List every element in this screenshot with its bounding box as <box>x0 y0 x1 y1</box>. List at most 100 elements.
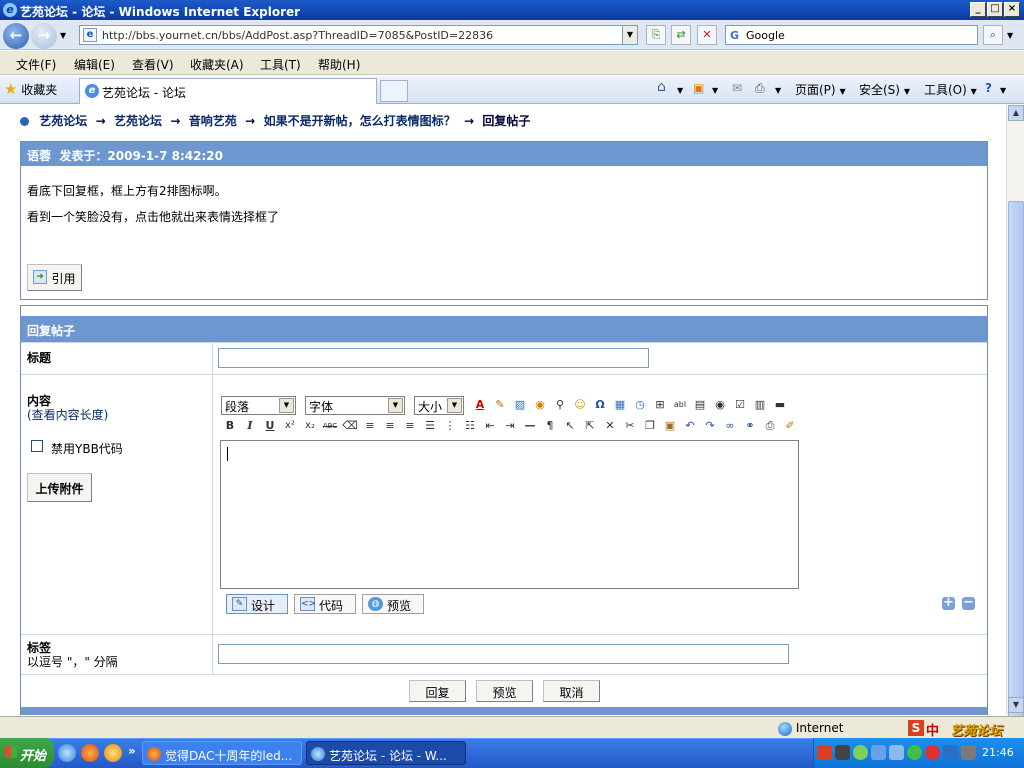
stop-button[interactable]: ✕ <box>697 25 717 45</box>
new-tab-button[interactable] <box>380 80 408 102</box>
absolute-position-icon[interactable]: ↖ <box>562 418 578 434</box>
select-all-icon[interactable]: ⇱ <box>582 418 598 434</box>
network-tray-icon[interactable] <box>871 745 886 760</box>
copy-icon[interactable]: ❐ <box>642 418 658 434</box>
insert-media-icon[interactable]: ◉ <box>532 397 548 413</box>
subscript-icon[interactable]: x₂ <box>302 418 318 434</box>
radio-icon[interactable]: ◉ <box>712 397 728 413</box>
insert-table-icon[interactable]: ⊞ <box>652 397 668 413</box>
close-button[interactable]: × <box>1004 2 1020 17</box>
print-dropdown-icon[interactable]: ▼ <box>775 86 781 95</box>
align-center-icon[interactable]: ≡ <box>382 418 398 434</box>
link-icon[interactable]: ∞ <box>722 418 738 434</box>
font-select[interactable]: 字体 ▼ <box>305 396 405 415</box>
firefox-quicklaunch-icon[interactable] <box>81 744 99 762</box>
numbered-list-icon[interactable]: ⋮ <box>442 418 458 434</box>
content-editor[interactable] <box>220 440 799 589</box>
home-icon[interactable]: ⌂ <box>657 79 666 95</box>
menu-file[interactable]: 文件(F) <box>16 56 56 73</box>
read-mail-icon[interactable]: ✉ <box>732 81 742 95</box>
find-icon[interactable]: ⚲ <box>552 397 568 413</box>
superscript-icon[interactable]: x² <box>282 418 298 434</box>
tags-input[interactable] <box>218 644 789 664</box>
volume-tray-icon[interactable] <box>943 745 958 760</box>
indent-icon[interactable]: ⇥ <box>502 418 518 434</box>
history-dropdown-icon[interactable]: ▼ <box>60 31 66 40</box>
cut-icon[interactable]: ✂ <box>622 418 638 434</box>
shrink-editor-icon[interactable]: − <box>962 596 975 610</box>
search-input[interactable]: G Google <box>725 25 978 45</box>
breadcrumb-item[interactable]: 艺苑论坛 <box>39 114 87 128</box>
unlink-icon[interactable]: ⚭ <box>742 418 758 434</box>
print-icon[interactable]: ⎙ <box>755 81 765 96</box>
tray-app-icon[interactable] <box>853 745 868 760</box>
strikethrough-icon[interactable]: ABC <box>322 418 338 434</box>
disable-ybb-checkbox[interactable] <box>31 440 43 452</box>
safety-menu[interactable]: 安全(S) ▼ <box>859 81 910 98</box>
home-dropdown-icon[interactable]: ▼ <box>677 86 683 95</box>
search-button[interactable]: ⌕ <box>983 25 1003 45</box>
start-button[interactable]: 开始 <box>0 738 54 768</box>
textarea-icon[interactable]: ▤ <box>692 397 708 413</box>
design-mode-button[interactable]: ✎ 设计 <box>226 594 288 614</box>
special-char-icon[interactable]: Ω <box>592 397 608 413</box>
text-field-icon[interactable]: abl <box>672 397 688 413</box>
post-author[interactable]: 语蓉 <box>27 149 51 163</box>
align-left-icon[interactable]: ≡ <box>362 418 378 434</box>
title-input[interactable] <box>218 348 649 368</box>
menu-view[interactable]: 查看(V) <box>132 56 174 73</box>
breadcrumb-item[interactable]: 如果不是开新帖，怎么打表情图标？ <box>264 114 456 128</box>
feeds-icon[interactable]: ▣ <box>693 81 704 95</box>
scroll-thumb[interactable] <box>1008 201 1024 731</box>
clock[interactable]: 21:46 <box>982 746 1014 759</box>
enlarge-editor-icon[interactable]: + <box>942 596 955 610</box>
content-length-link[interactable]: (查看内容长度) <box>27 406 108 423</box>
italic-icon[interactable]: I <box>242 418 258 434</box>
delete-icon[interactable]: ✕ <box>602 418 618 434</box>
maximize-button[interactable]: □ <box>987 2 1003 17</box>
more-quicklaunch-icon[interactable]: » <box>128 744 136 758</box>
help-dropdown-icon[interactable]: ▼ <box>1000 86 1006 95</box>
tray-app-icon[interactable] <box>961 745 976 760</box>
eraser-icon[interactable]: ⌫ <box>342 418 358 434</box>
feeds-dropdown-icon[interactable]: ▼ <box>712 86 718 95</box>
cancel-button[interactable]: 取消 <box>543 680 600 702</box>
breadcrumb-item[interactable]: 音响艺苑 <box>189 114 237 128</box>
align-right-icon[interactable]: ≡ <box>402 418 418 434</box>
tools-menu[interactable]: 工具(O) ▼ <box>924 81 977 98</box>
taskbar-item-ie[interactable]: 艺苑论坛 - 论坛 - W... <box>306 741 466 765</box>
tray-app-icon[interactable] <box>835 745 850 760</box>
sogou-tray-icon[interactable] <box>817 745 832 760</box>
scroll-down-icon[interactable]: ▼ <box>1008 697 1024 713</box>
scroll-up-icon[interactable]: ▲ <box>1008 105 1024 121</box>
menu-help[interactable]: 帮助(H) <box>318 56 360 73</box>
justify-icon[interactable]: ☰ <box>422 418 438 434</box>
upload-attachment-button[interactable]: 上传附件 <box>27 473 92 502</box>
horizontal-rule-icon[interactable]: — <box>522 418 538 434</box>
submit-reply-button[interactable]: 回复 <box>409 680 466 702</box>
address-bar-input[interactable]: e http://bbs.yournet.cn/bbs/AddPost.asp?… <box>79 25 638 45</box>
help-icon[interactable]: ? <box>985 81 992 95</box>
menu-favorites[interactable]: 收藏夹(A) <box>190 56 244 73</box>
outdent-icon[interactable]: ⇤ <box>482 418 498 434</box>
breadcrumb-item[interactable]: 艺苑论坛 <box>114 114 162 128</box>
sogou-ime-icon[interactable]: S <box>908 720 924 736</box>
select-field-icon[interactable]: ▥ <box>752 397 768 413</box>
smiley-icon[interactable]: ☺ <box>572 397 588 413</box>
insert-time-icon[interactable]: ◷ <box>632 397 648 413</box>
size-select[interactable]: 大小 ▼ <box>414 396 464 415</box>
insert-image-icon[interactable]: ▨ <box>512 397 528 413</box>
address-dropdown-icon[interactable]: ▼ <box>622 25 638 45</box>
undo-icon[interactable]: ↶ <box>682 418 698 434</box>
menu-edit[interactable]: 编辑(E) <box>74 56 115 73</box>
paragraph-icon[interactable]: ¶ <box>542 418 558 434</box>
tray-app-icon[interactable] <box>889 745 904 760</box>
redo-icon[interactable]: ↷ <box>702 418 718 434</box>
back-button[interactable]: ← <box>3 23 29 49</box>
vertical-scrollbar[interactable]: ▲ ▼ <box>1006 105 1024 731</box>
ime-mode[interactable]: 中 <box>926 720 939 739</box>
bullet-list-icon[interactable]: ☷ <box>462 418 478 434</box>
clean-format-icon[interactable]: ✐ <box>782 418 798 434</box>
preview-mode-button[interactable]: ◍ 预览 <box>362 594 424 614</box>
tray-app-icon[interactable] <box>925 745 940 760</box>
